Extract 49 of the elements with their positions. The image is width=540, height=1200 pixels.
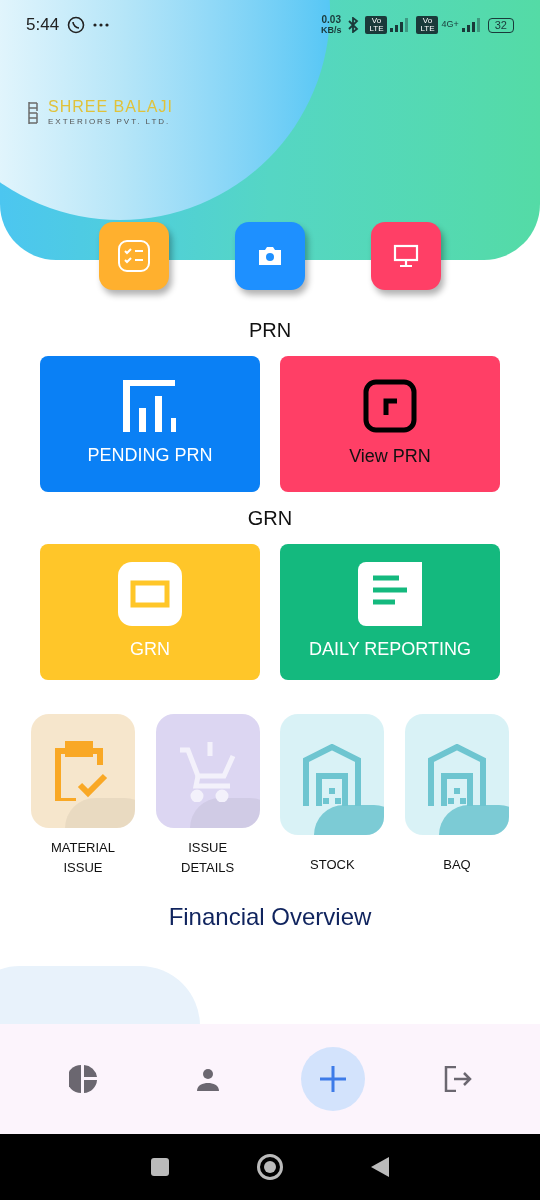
logout-icon [443, 1066, 472, 1092]
person-icon [195, 1067, 220, 1091]
bar-chart-icon [123, 379, 177, 432]
tile-label: BAQ [442, 856, 472, 874]
feature-tile[interactable] [155, 714, 260, 828]
data-unit: KB/s [320, 25, 342, 35]
volte-badge: Vo LTE [416, 16, 439, 34]
data-rate: 0.03 [321, 15, 341, 25]
signal-icon [461, 18, 482, 32]
logo-name: SHREE BALAJI [48, 98, 173, 116]
feature-tile[interactable] [280, 714, 385, 835]
menu-card[interactable]: View PRN [280, 356, 500, 492]
camera-icon [257, 245, 283, 267]
logo-subtitle: EXTERIORS PVT. LTD. [48, 116, 172, 128]
quick-action-button[interactable] [371, 222, 441, 290]
back-icon [371, 1157, 389, 1177]
home-icon [257, 1154, 283, 1180]
checklist-icon [117, 239, 151, 273]
rounded-square-icon [363, 378, 417, 433]
clock-time: 5:44 [26, 14, 60, 37]
signal-icon [390, 18, 411, 32]
feature-tile[interactable] [31, 714, 135, 828]
battery-indicator: 32 [487, 17, 514, 33]
chat-app-icon [67, 16, 86, 34]
pie-chart-icon [68, 1065, 97, 1093]
add-icon [319, 1066, 346, 1092]
section-title: GRN [247, 506, 293, 530]
frame-icon [118, 561, 182, 626]
volte-badge: Vo LTE [365, 16, 388, 34]
quick-action-button[interactable] [99, 222, 169, 290]
monitor-icon [393, 244, 419, 268]
warehouse-icon [303, 743, 362, 806]
section-title: PRN [248, 318, 292, 342]
feature-tile[interactable] [404, 714, 509, 835]
more-icon [93, 23, 110, 27]
quick-action-button[interactable] [235, 222, 305, 290]
network-type: 4G+ [441, 18, 459, 32]
tile-label: STOCK [309, 856, 356, 874]
section-title: Financial Overview [167, 902, 373, 932]
recents-icon [151, 1158, 169, 1176]
tile-label: MATERIAL ISSUE [49, 839, 117, 877]
logo-mark-icon [28, 101, 38, 125]
cart-icon [179, 740, 236, 802]
document-icon [358, 561, 422, 626]
menu-card[interactable]: PENDING PRN [40, 356, 260, 492]
warehouse-icon [427, 743, 486, 806]
menu-card[interactable]: DAILY REPORTING [280, 544, 500, 680]
tile-label: ISSUE DETAILS [180, 839, 236, 877]
bluetooth-icon [347, 17, 360, 33]
